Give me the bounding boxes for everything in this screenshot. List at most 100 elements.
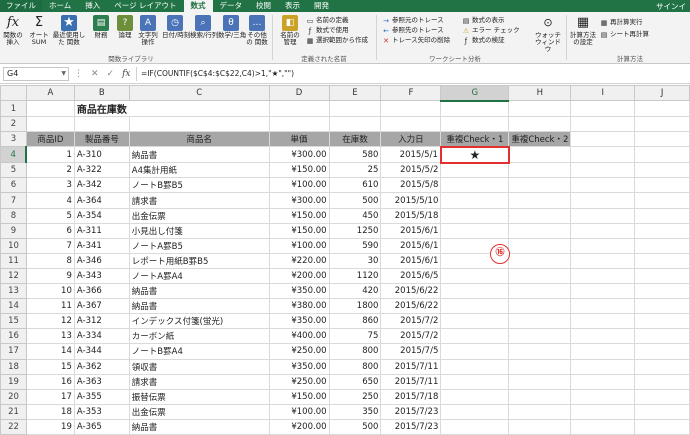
header-cell[interactable]: 商品名: [128, 131, 270, 148]
watch-window-button[interactable]: ⊙ ウォッチ ウィンドウ: [534, 15, 562, 53]
row-header[interactable]: 1: [0, 100, 27, 118]
table-cell[interactable]: 2015/5/18: [380, 207, 442, 224]
table-cell[interactable]: [508, 298, 572, 315]
grid-cell[interactable]: [570, 267, 636, 285]
table-cell[interactable]: 30: [328, 252, 382, 269]
row-header[interactable]: 14: [0, 298, 27, 315]
table-cell[interactable]: A-355: [73, 388, 130, 405]
grid-cell[interactable]: [570, 328, 636, 345]
table-cell[interactable]: [508, 283, 572, 300]
grid-cell[interactable]: [570, 252, 636, 269]
more-functions-button[interactable]: … その他の 関数: [246, 15, 268, 46]
table-cell[interactable]: ¥400.00: [268, 328, 330, 345]
table-cell[interactable]: [440, 358, 510, 375]
table-cell[interactable]: 16: [25, 373, 75, 390]
table-cell[interactable]: 14: [25, 343, 75, 360]
table-cell[interactable]: A-362: [73, 358, 130, 375]
row-header[interactable]: 12: [0, 267, 27, 285]
table-cell[interactable]: 1800: [328, 298, 382, 315]
grid-cell[interactable]: [570, 403, 636, 420]
financial-button[interactable]: ▤ 財務: [90, 15, 112, 39]
grid-cell[interactable]: [634, 162, 690, 179]
table-cell[interactable]: ¥350.00: [268, 358, 330, 375]
enter-icon[interactable]: ✓: [107, 69, 115, 79]
table-cell[interactable]: インデックス付箋(蛍光): [128, 313, 270, 330]
table-cell[interactable]: 2015/6/22: [380, 283, 442, 300]
row-header[interactable]: 10: [0, 237, 27, 254]
row-header[interactable]: 18: [0, 358, 27, 375]
row-header[interactable]: 6: [0, 177, 27, 194]
grid-cell[interactable]: [570, 313, 636, 330]
grid-cell[interactable]: [634, 388, 690, 405]
table-cell[interactable]: [440, 222, 510, 239]
row-header[interactable]: 15: [0, 313, 27, 330]
define-name-button[interactable]: ▭ 名前の定義: [306, 16, 349, 25]
table-cell[interactable]: A-346: [73, 252, 130, 269]
table-cell[interactable]: A-334: [73, 328, 130, 345]
table-cell[interactable]: [440, 283, 510, 300]
table-cell[interactable]: 19: [25, 418, 75, 435]
column-header-d[interactable]: D: [268, 84, 330, 102]
table-cell[interactable]: 800: [328, 343, 382, 360]
table-cell[interactable]: A-366: [73, 283, 130, 300]
table-cell[interactable]: [508, 222, 572, 239]
tab-insert[interactable]: 挿入: [78, 0, 107, 12]
table-cell[interactable]: 800: [328, 358, 382, 375]
calculate-now-button[interactable]: ▦ 再計算実行: [600, 18, 643, 27]
calc-options-button[interactable]: ▦ 計算方法 の設定: [570, 15, 596, 46]
table-cell[interactable]: 請求書: [128, 373, 270, 390]
calculate-sheet-button[interactable]: ▤ シート再計算: [600, 30, 649, 39]
table-cell[interactable]: 納品書: [128, 418, 270, 435]
table-cell[interactable]: [508, 267, 572, 285]
table-cell[interactable]: ¥100.00: [268, 403, 330, 420]
grid-cell[interactable]: [570, 343, 636, 360]
autosum-button[interactable]: Σ オート SUM: [28, 15, 50, 46]
table-cell[interactable]: 6: [25, 222, 75, 239]
grid-cell[interactable]: [73, 116, 130, 133]
table-cell[interactable]: 250: [328, 388, 382, 405]
table-cell[interactable]: 2015/5/2: [380, 162, 442, 179]
grid-cell[interactable]: [634, 177, 690, 194]
tab-review[interactable]: 校閲: [249, 0, 278, 12]
text-functions-button[interactable]: A 文字列 操作: [136, 15, 160, 46]
header-cell[interactable]: 商品ID: [25, 131, 75, 148]
sign-in-link[interactable]: サインイ: [656, 1, 690, 12]
table-cell[interactable]: 領収書: [128, 358, 270, 375]
grid-cell[interactable]: [634, 298, 690, 315]
table-cell[interactable]: 1120: [328, 267, 382, 285]
grid-cell[interactable]: [634, 192, 690, 209]
row-header[interactable]: 2: [0, 116, 27, 133]
grid-cell[interactable]: [570, 131, 636, 148]
row-header[interactable]: 4: [0, 146, 28, 164]
tab-developer[interactable]: 開発: [307, 0, 336, 12]
table-cell[interactable]: ¥250.00: [268, 343, 330, 360]
table-cell[interactable]: 2015/6/1: [380, 222, 442, 239]
table-cell[interactable]: A-322: [73, 162, 130, 179]
table-cell[interactable]: [508, 237, 572, 254]
chevron-down-icon[interactable]: ▼: [61, 68, 66, 80]
table-cell[interactable]: [508, 343, 572, 360]
grid-cell[interactable]: [328, 116, 382, 133]
table-cell[interactable]: ¥380.00: [268, 298, 330, 315]
table-cell[interactable]: 2015/6/1: [380, 237, 442, 254]
table-cell[interactable]: 580: [328, 146, 382, 164]
table-cell[interactable]: [508, 192, 572, 209]
cancel-icon[interactable]: ✕: [91, 69, 99, 79]
table-cell[interactable]: 2015/7/23: [380, 418, 442, 435]
table-cell[interactable]: [440, 192, 510, 209]
tab-data[interactable]: データ: [213, 0, 250, 12]
table-cell[interactable]: 8: [25, 252, 75, 269]
table-cell[interactable]: [440, 313, 510, 330]
table-cell[interactable]: 2015/5/8: [380, 177, 442, 194]
table-cell[interactable]: ¥350.00: [268, 313, 330, 330]
header-cell[interactable]: 重複Check・2: [508, 131, 572, 148]
table-cell[interactable]: A-344: [73, 343, 130, 360]
table-cell[interactable]: ¥200.00: [268, 418, 330, 435]
table-cell[interactable]: 350: [328, 403, 382, 420]
name-manager-button[interactable]: ◧ 名前の 管理: [278, 15, 302, 46]
tab-view[interactable]: 表示: [278, 0, 307, 12]
column-header-g[interactable]: G: [440, 84, 510, 102]
datetime-button[interactable]: ◷ 日付/時刻: [162, 15, 190, 39]
table-cell[interactable]: 650: [328, 373, 382, 390]
table-cell[interactable]: A-367: [73, 298, 130, 315]
